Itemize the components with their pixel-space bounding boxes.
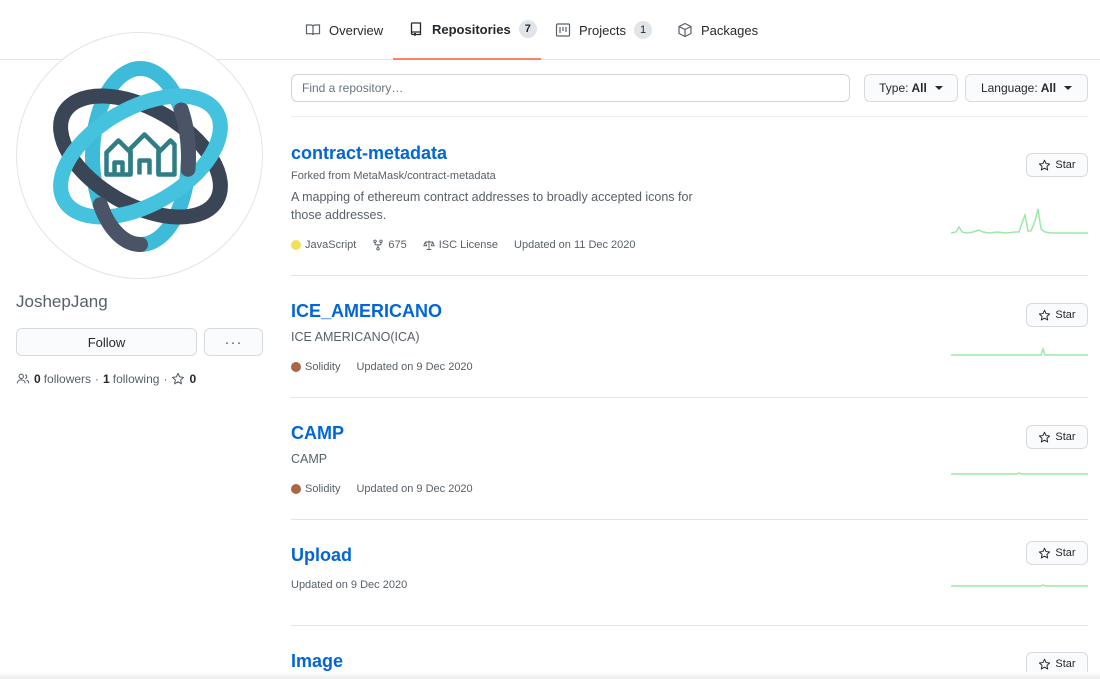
star-icon xyxy=(1039,309,1051,320)
avatar[interactable] xyxy=(16,32,263,279)
project-icon xyxy=(555,23,571,37)
tab-repositories[interactable]: Repositories 7 xyxy=(393,0,541,60)
star-icon xyxy=(172,372,185,385)
repo-list-item: ICE_AMERICANO ICE AMERICANO(ICA) Solidit… xyxy=(291,276,1088,398)
star-icon xyxy=(1039,658,1051,669)
following-link[interactable]: 1 following xyxy=(103,372,159,386)
repo-icon xyxy=(410,22,422,36)
repo-meta: Solidity Updated on 9 Dec 2020 xyxy=(291,483,489,495)
follow-button[interactable]: Follow xyxy=(16,328,197,356)
repo-list-item: contract-metadata Forked from MetaMask/c… xyxy=(291,117,1088,276)
following-label: following xyxy=(112,372,160,386)
followers-link[interactable]: 0 followers xyxy=(34,372,91,386)
star-button[interactable]: Star xyxy=(1026,425,1088,449)
activity-sparkline xyxy=(951,472,1088,475)
repo-language-label: Solidity xyxy=(305,361,341,373)
separator-dot: · xyxy=(163,372,168,386)
repo-forks-link[interactable]: 675 xyxy=(372,239,407,251)
star-icon xyxy=(1039,547,1051,558)
repo-name-link[interactable]: ICE_AMERICANO xyxy=(291,301,442,322)
repo-meta: JavaScript 675 ISC License Updated on 11… xyxy=(291,239,652,251)
repo-language: Solidity xyxy=(291,483,340,495)
fork-icon xyxy=(373,239,384,251)
find-repository-input[interactable] xyxy=(291,74,850,102)
repo-list-item: CAMP CAMP Solidity Updated on 9 Dec 2020… xyxy=(291,398,1088,520)
type-filter-label: Type: xyxy=(879,81,909,95)
tab-projects-label: Projects xyxy=(579,22,626,38)
repo-name-link[interactable]: contract-metadata xyxy=(291,143,447,164)
tab-overview[interactable]: Overview xyxy=(305,0,383,60)
repo-updated: Updated on 9 Dec 2020 xyxy=(356,361,473,373)
tab-overview-label: Overview xyxy=(329,22,384,38)
repo-description: ICE AMERICANO(ICA) xyxy=(291,330,420,344)
tab-packages-label: Packages xyxy=(701,22,759,38)
caret-down-icon xyxy=(1064,86,1073,90)
following-count: 1 xyxy=(103,372,110,386)
star-button[interactable]: Star xyxy=(1026,541,1088,565)
repo-language: Solidity xyxy=(291,361,340,373)
star-button-label: Star xyxy=(1055,159,1076,171)
star-button-label: Star xyxy=(1055,547,1076,559)
language-filter-dropdown[interactable]: Language: All xyxy=(965,74,1088,102)
repo-updated: Updated on 9 Dec 2020 xyxy=(291,579,408,591)
activity-sparkline xyxy=(951,208,1088,234)
language-filter-label: Language: xyxy=(980,81,1038,95)
star-button[interactable]: Star xyxy=(1026,303,1088,327)
star-icon xyxy=(1039,159,1051,170)
repo-updated: Updated on 9 Dec 2020 xyxy=(356,483,473,495)
profile-username: JoshepJang xyxy=(16,292,108,311)
repo-license: ISC License xyxy=(423,239,498,251)
repo-forks-count: 675 xyxy=(388,239,407,251)
avatar-logo-image xyxy=(53,61,228,252)
repo-language: JavaScript xyxy=(291,239,356,251)
tab-projects[interactable]: Projects 1 xyxy=(555,0,653,60)
tab-projects-count: 1 xyxy=(633,21,653,39)
repo-description: A mapping of ethereum contract addresses… xyxy=(291,190,693,222)
type-filter-value: All xyxy=(911,81,927,95)
repo-fork-note[interactable]: Forked from MetaMask/contract-metadata xyxy=(291,170,496,182)
repo-name-link[interactable]: Image xyxy=(291,651,343,672)
bottom-edge-shadow xyxy=(0,672,1100,679)
type-filter-dropdown[interactable]: Type: All xyxy=(864,74,958,102)
language-color-dot xyxy=(291,240,301,250)
repo-meta: Solidity Updated on 9 Dec 2020 xyxy=(291,361,489,373)
star-icon xyxy=(1039,431,1051,442)
repo-language-label: JavaScript xyxy=(305,239,357,251)
book-icon xyxy=(305,24,321,36)
repo-list-item: Upload Updated on 9 Dec 2020 Star xyxy=(291,520,1088,626)
tab-repositories-count: 7 xyxy=(518,20,537,38)
repo-name-link[interactable]: CAMP xyxy=(291,423,344,444)
repo-meta: Updated on 9 Dec 2020 xyxy=(291,579,423,591)
tab-packages[interactable]: Packages xyxy=(677,0,758,60)
followers-count: 0 xyxy=(34,372,41,386)
people-icon xyxy=(16,373,30,384)
language-color-dot xyxy=(291,362,301,372)
package-icon xyxy=(678,22,692,38)
star-button-label: Star xyxy=(1055,658,1076,670)
star-button[interactable]: Star xyxy=(1026,153,1088,177)
followers-label: followers xyxy=(43,372,92,386)
repo-license-label: ISC License xyxy=(438,239,499,251)
follow-stats: 0 followers · 1 following · 0 xyxy=(16,372,199,386)
separator-dot: · xyxy=(95,372,100,386)
tab-repositories-label: Repositories xyxy=(432,21,511,37)
activity-sparkline xyxy=(951,346,1088,356)
law-icon xyxy=(423,240,435,250)
language-filter-value: All xyxy=(1040,81,1057,95)
stars-count[interactable]: 0 xyxy=(189,372,196,386)
repo-name-link[interactable]: Upload xyxy=(291,545,352,566)
star-button-label: Star xyxy=(1055,309,1076,321)
caret-down-icon xyxy=(934,86,943,90)
more-options-button[interactable]: ··· xyxy=(204,328,263,356)
repo-description: CAMP xyxy=(291,452,328,466)
repo-language-label: Solidity xyxy=(305,483,341,495)
language-color-dot xyxy=(291,484,301,494)
star-button-label: Star xyxy=(1055,431,1076,443)
repo-updated: Updated on 11 Dec 2020 xyxy=(514,239,636,251)
activity-sparkline xyxy=(951,584,1088,587)
